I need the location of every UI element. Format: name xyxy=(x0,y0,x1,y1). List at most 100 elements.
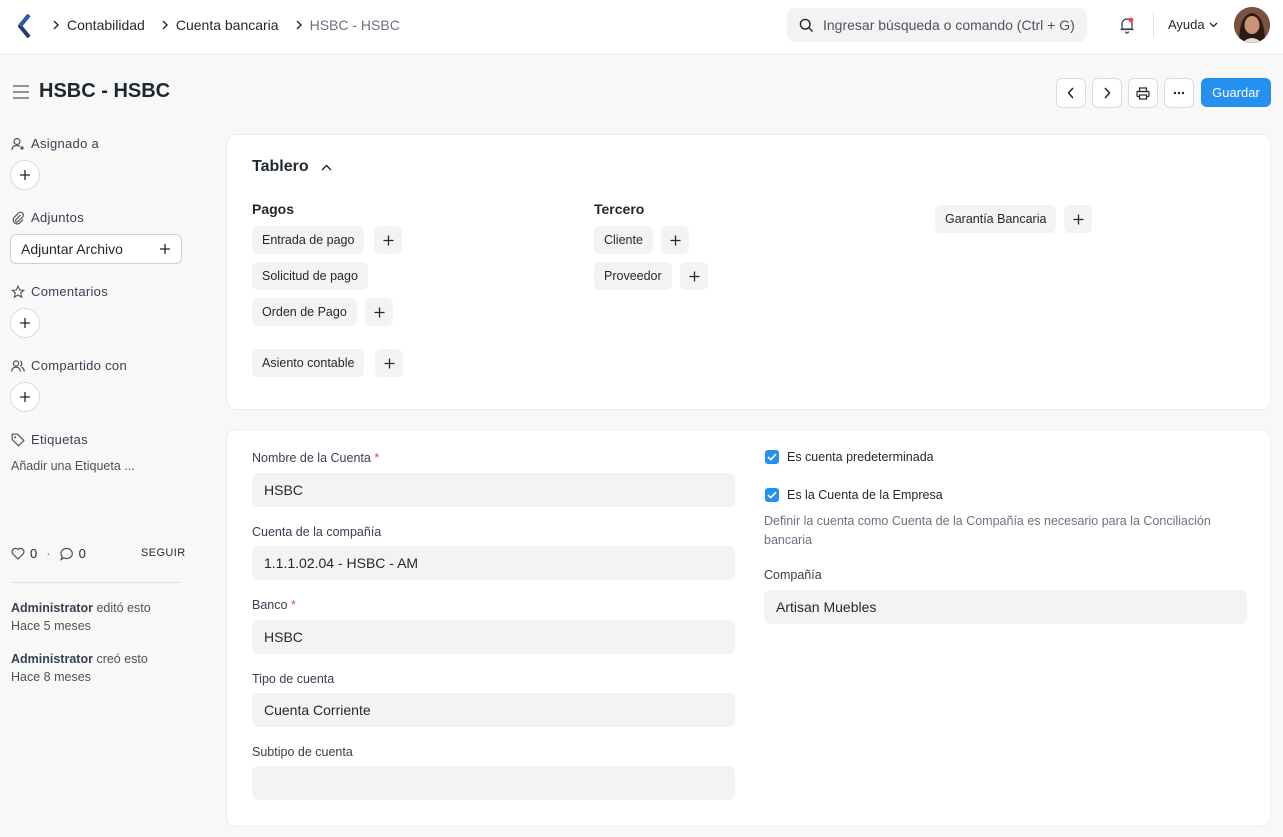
account-subtype-label: Subtipo de cuenta xyxy=(252,745,353,759)
link-cliente[interactable]: Cliente xyxy=(594,226,653,254)
account-subtype-field[interactable] xyxy=(252,766,735,800)
dashboard-header[interactable]: Tablero xyxy=(252,158,332,176)
chevron-up-icon xyxy=(321,164,332,170)
activity-user[interactable]: Administrator xyxy=(11,601,93,615)
add-user-icon xyxy=(11,137,24,150)
notification-bell-icon[interactable] xyxy=(1118,16,1136,34)
add-assignee-button[interactable] xyxy=(10,160,40,190)
users-icon xyxy=(11,359,25,372)
plus-icon xyxy=(20,392,30,402)
search-icon xyxy=(799,18,813,32)
add-cliente-button[interactable] xyxy=(661,226,689,254)
heart-icon[interactable] xyxy=(11,547,25,560)
is-default-label: Es cuenta predeterminada xyxy=(787,450,934,464)
previous-record-button[interactable] xyxy=(1056,78,1086,108)
summary-separator: · xyxy=(46,546,51,561)
add-comment-button[interactable] xyxy=(10,308,40,338)
attach-file-button[interactable]: Adjuntar Archivo xyxy=(10,234,182,264)
more-actions-button[interactable] xyxy=(1164,78,1194,108)
activity-item: Administrator editó esto Hace 5 meses xyxy=(11,599,151,635)
comments-count: 0 xyxy=(78,546,86,561)
is-default-checkbox[interactable]: Es cuenta predeterminada xyxy=(765,450,934,464)
help-dropdown[interactable]: Ayuda xyxy=(1168,17,1218,32)
group-title-tercero: Tercero xyxy=(594,201,645,217)
plus-icon xyxy=(384,358,394,368)
activity-action: creó esto xyxy=(96,652,148,666)
company-label: Compañía xyxy=(764,568,822,582)
is-company-account-label: Es la Cuenta de la Empresa xyxy=(787,488,943,502)
add-share-button[interactable] xyxy=(10,382,40,412)
comment-bubble-icon[interactable] xyxy=(59,547,74,561)
attach-file-label: Adjuntar Archivo xyxy=(21,241,123,257)
assigned-to-label: Asignado a xyxy=(31,136,100,151)
chevron-right-icon xyxy=(157,16,173,34)
add-garantia-bancaria-button[interactable] xyxy=(1064,205,1092,233)
account-type-field[interactable]: Cuenta Corriente xyxy=(252,693,735,727)
attachments-section: Adjuntos xyxy=(11,210,84,225)
more-horizontal-icon xyxy=(1173,91,1185,95)
attachments-label: Adjuntos xyxy=(31,210,84,225)
search-input[interactable] xyxy=(823,17,1083,33)
bank-label: Banco * xyxy=(252,598,296,612)
link-garantia-bancaria[interactable]: Garantía Bancaria xyxy=(935,205,1057,233)
bank-field[interactable]: HSBC xyxy=(252,620,735,654)
chevron-right-icon xyxy=(1104,87,1111,99)
add-proveedor-button[interactable] xyxy=(680,262,708,290)
group-title-pagos: Pagos xyxy=(252,201,295,217)
comments-section: Comentarios xyxy=(11,284,108,299)
required-indicator: * xyxy=(290,598,296,612)
add-entrada-de-pago-button[interactable] xyxy=(374,226,402,254)
checkbox-checked-icon[interactable] xyxy=(765,488,779,502)
print-button[interactable] xyxy=(1128,78,1158,108)
printer-icon xyxy=(1136,86,1150,100)
checkbox-checked-icon[interactable] xyxy=(765,450,779,464)
chevron-right-icon xyxy=(291,16,307,34)
account-name-field[interactable]: HSBC xyxy=(252,473,735,507)
follow-button[interactable]: SEGUIR xyxy=(141,547,186,559)
breadcrumb-cuenta-bancaria[interactable]: Cuenta bancaria xyxy=(176,17,279,33)
breadcrumb-contabilidad[interactable]: Contabilidad xyxy=(67,17,145,33)
plus-icon xyxy=(670,235,680,245)
link-asiento-contable[interactable]: Asiento contable xyxy=(252,349,365,377)
hamburger-menu-icon[interactable] xyxy=(12,84,30,100)
plus-icon xyxy=(20,170,30,180)
company-account-help-text: Definir la cuenta como Cuenta de la Comp… xyxy=(764,514,1211,547)
add-asiento-contable-button[interactable] xyxy=(375,349,403,377)
activity-item: Administrator creó esto Hace 8 meses xyxy=(11,650,148,686)
save-button[interactable]: Guardar xyxy=(1201,78,1271,107)
assigned-to-section: Asignado a xyxy=(11,136,99,151)
activity-time: Hace 5 meses xyxy=(11,619,91,633)
shared-with-section: Compartido con xyxy=(11,358,127,373)
star-icon xyxy=(11,284,25,298)
plus-icon xyxy=(20,318,30,328)
company-account-field[interactable]: 1.1.1.02.04 - HSBC - AM xyxy=(252,546,735,580)
app-logo-icon[interactable] xyxy=(16,13,34,39)
link-proveedor[interactable]: Proveedor xyxy=(594,262,672,290)
add-tag-link[interactable]: Añadir una Etiqueta ... xyxy=(11,459,135,473)
paperclip-icon xyxy=(12,211,24,224)
link-solicitud-de-pago[interactable]: Solicitud de pago xyxy=(252,262,368,290)
help-label: Ayuda xyxy=(1168,17,1205,32)
likes-count: 0 xyxy=(30,546,38,561)
chevron-right-icon xyxy=(48,16,64,34)
next-record-button[interactable] xyxy=(1092,78,1122,108)
is-company-account-checkbox[interactable]: Es la Cuenta de la Empresa xyxy=(765,488,943,502)
dashboard-card: Tablero Pagos Entrada de pago Solicitud … xyxy=(226,134,1271,410)
dashboard-title: Tablero xyxy=(252,158,309,175)
activity-action: editó esto xyxy=(96,601,151,615)
activity-user[interactable]: Administrator xyxy=(11,652,93,666)
plus-icon xyxy=(383,235,393,245)
navbar-divider xyxy=(1153,12,1154,38)
account-name-label: Nombre de la Cuenta * xyxy=(252,451,380,465)
link-entrada-de-pago[interactable]: Entrada de pago xyxy=(252,226,365,254)
search-bar[interactable] xyxy=(787,8,1087,42)
user-avatar[interactable] xyxy=(1234,7,1270,43)
link-orden-de-pago[interactable]: Orden de Pago xyxy=(252,298,357,326)
company-field[interactable]: Artisan Muebles xyxy=(764,590,1247,624)
sidebar-divider xyxy=(11,582,181,583)
plus-icon xyxy=(689,271,699,281)
activity-time: Hace 8 meses xyxy=(11,670,91,684)
add-orden-de-pago-button[interactable] xyxy=(365,298,393,326)
page-title: HSBC - HSBC xyxy=(39,80,171,102)
tag-icon xyxy=(11,433,25,447)
